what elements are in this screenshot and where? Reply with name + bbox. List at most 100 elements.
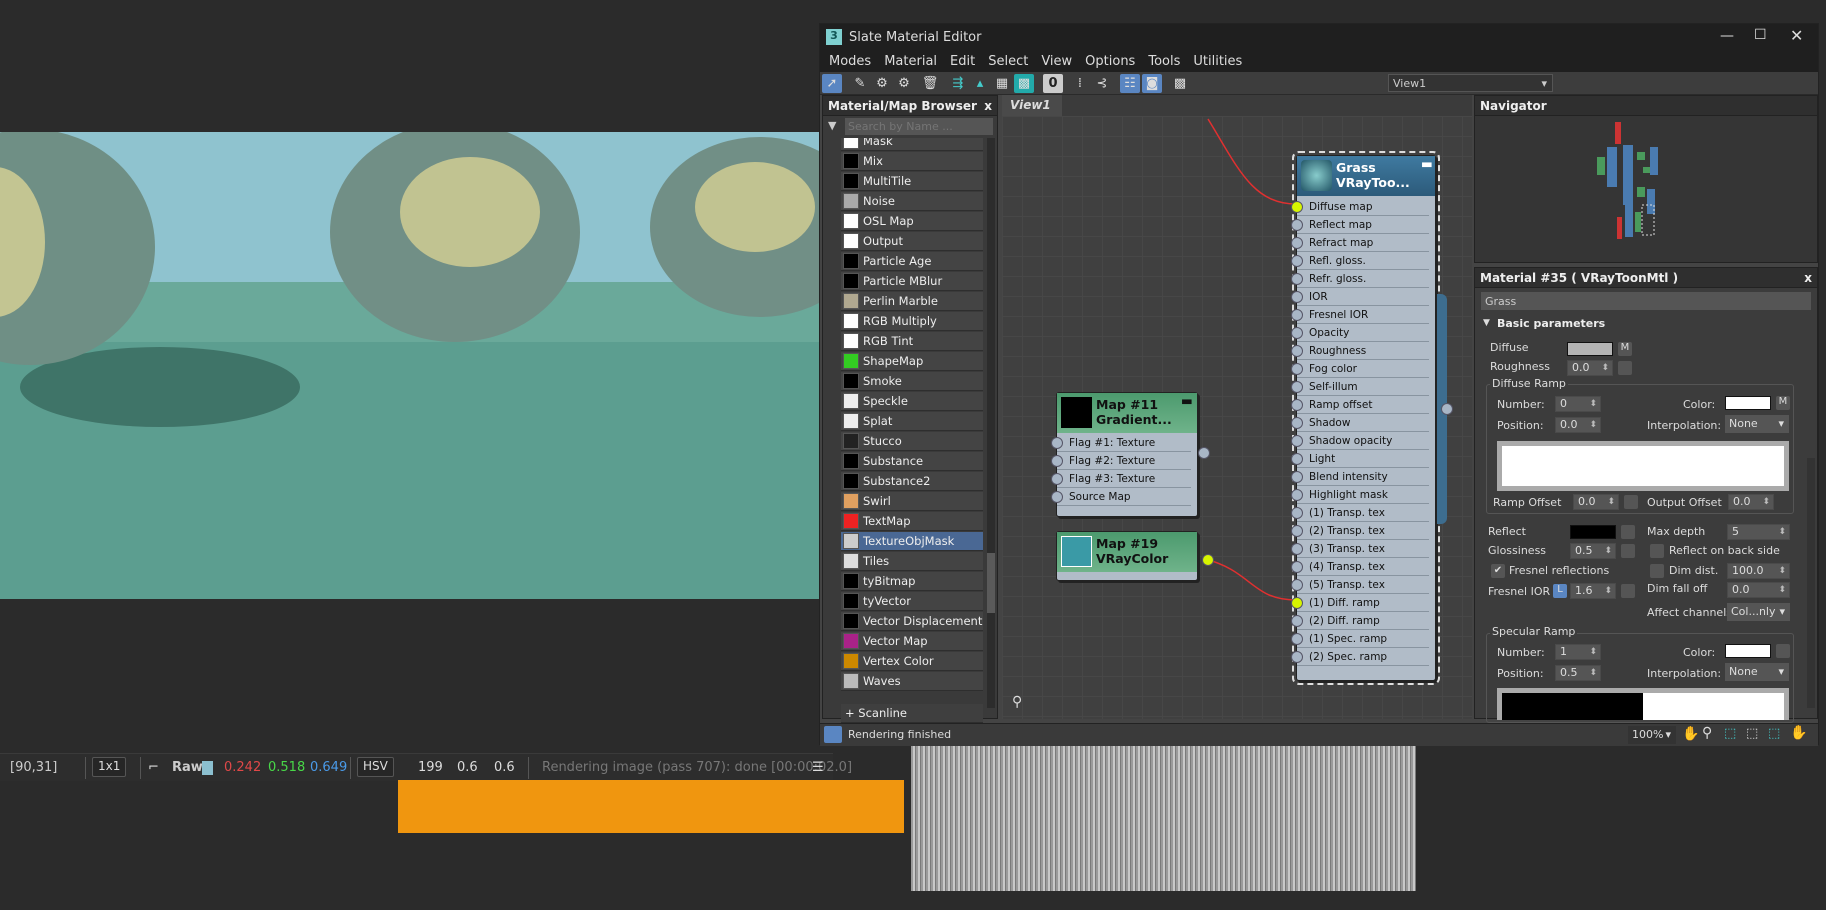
browser-item[interactable]: tyBitmap: [841, 572, 983, 591]
output-port[interactable]: [1198, 447, 1210, 459]
browser-item[interactable]: Splat: [841, 412, 983, 431]
browser-item[interactable]: Swirl: [841, 492, 983, 511]
pan-active-icon[interactable]: ✋: [1790, 725, 1807, 741]
input-port[interactable]: [1291, 651, 1303, 663]
node-slot[interactable]: Diffuse map: [1291, 198, 1429, 216]
node-slot[interactable]: IOR: [1291, 288, 1429, 306]
menu-edit[interactable]: Edit: [950, 54, 975, 69]
node-slot[interactable]: (2) Diff. ramp: [1291, 612, 1429, 630]
timeline-track[interactable]: [398, 780, 904, 833]
browser-item[interactable]: Substance: [841, 452, 983, 471]
browser-scrollbar[interactable]: [987, 138, 995, 708]
navigator-minimap[interactable]: [1475, 117, 1819, 263]
node-map11[interactable]: Map #11 Gradient... ▬ Flag #1: Texture Fl…: [1051, 392, 1210, 517]
put-to-scene-icon[interactable]: ⚙: [872, 74, 892, 93]
menu-select[interactable]: Select: [988, 54, 1028, 69]
parameter-editor-toggle-icon[interactable]: ◙: [1142, 74, 1162, 93]
diffuse-color-swatch[interactable]: [1567, 342, 1613, 356]
input-port[interactable]: [1291, 489, 1303, 501]
input-port[interactable]: [1291, 507, 1303, 519]
browser-item[interactable]: Speckle: [841, 392, 983, 411]
input-port[interactable]: [1291, 525, 1303, 537]
input-port[interactable]: [1291, 327, 1303, 339]
tab-view1[interactable]: View1: [1002, 95, 1062, 116]
pan-icon[interactable]: ✋: [1682, 726, 1699, 742]
reflect-back-side-checkbox[interactable]: [1650, 544, 1664, 558]
input-port[interactable]: [1291, 201, 1303, 213]
collapse-icon[interactable]: ▬: [1181, 393, 1193, 408]
glossiness-spinner[interactable]: 0.5: [1570, 543, 1616, 559]
node-slot[interactable]: Flag #1: Texture: [1051, 434, 1191, 452]
browser-item[interactable]: RGB Multiply: [841, 312, 983, 331]
input-port[interactable]: [1291, 345, 1303, 357]
browser-item[interactable]: Tiles: [841, 552, 983, 571]
node-slot[interactable]: Fog color: [1291, 360, 1429, 378]
node-slot[interactable]: Roughness: [1291, 342, 1429, 360]
collapse-icon[interactable]: ▼: [828, 119, 836, 132]
node-canvas[interactable]: Map #11 Gradient... ▬ Flag #1: Texture Fl…: [1002, 116, 1472, 719]
node-slot[interactable]: Shadow: [1291, 414, 1429, 432]
node-slot[interactable]: Refl. gloss.: [1291, 252, 1429, 270]
roughness-spinner[interactable]: 0.0: [1567, 360, 1613, 376]
browser-item[interactable]: Substance2: [841, 472, 983, 491]
browser-item[interactable]: TextMap: [841, 512, 983, 531]
ramp-offset-spinner[interactable]: 0.0: [1573, 494, 1619, 510]
input-port[interactable]: [1291, 561, 1303, 573]
node-slot[interactable]: Ramp offset: [1291, 396, 1429, 414]
browser-item[interactable]: Mix: [841, 152, 983, 171]
background-icon[interactable]: ▦: [992, 74, 1012, 93]
material-id-icon[interactable]: 0: [1043, 74, 1063, 93]
select-tool-icon[interactable]: ➚: [822, 74, 842, 93]
max-depth-spinner[interactable]: 5: [1727, 524, 1790, 540]
rollout-toggle-icon[interactable]: ▼: [1483, 318, 1490, 328]
fresnel-checkbox[interactable]: ✔: [1491, 564, 1505, 578]
input-port[interactable]: [1291, 291, 1303, 303]
input-port[interactable]: [1291, 471, 1303, 483]
menu-modes[interactable]: Modes: [829, 54, 871, 69]
log-icon[interactable]: ☰: [812, 760, 824, 775]
node-slot[interactable]: (2) Spec. ramp: [1291, 648, 1429, 666]
node-slot[interactable]: (4) Transp. tex: [1291, 558, 1429, 576]
node-slot[interactable]: Flag #3: Texture: [1051, 470, 1191, 488]
browser-item[interactable]: MultiTile: [841, 172, 983, 191]
input-port[interactable]: [1291, 453, 1303, 465]
colorspace-dropdown[interactable]: HSV: [357, 757, 394, 777]
browser-item[interactable]: OSL Map: [841, 212, 983, 231]
reflect-map-button[interactable]: [1621, 525, 1635, 539]
browser-item[interactable]: Smoke: [841, 372, 983, 391]
input-port[interactable]: [1291, 381, 1303, 393]
input-port[interactable]: [1291, 435, 1303, 447]
node-slot[interactable]: (2) Transp. tex: [1291, 522, 1429, 540]
output-port[interactable]: [1202, 554, 1214, 566]
node-slot[interactable]: Blend intensity: [1291, 468, 1429, 486]
checker-icon[interactable]: ▩: [1014, 74, 1034, 93]
node-slot[interactable]: Highlight mask: [1291, 486, 1429, 504]
browser-item[interactable]: TextureObjMask: [841, 532, 983, 551]
browser-item[interactable]: tyVector: [841, 592, 983, 611]
move-children-icon[interactable]: ⇶: [948, 74, 968, 93]
output-port[interactable]: [1441, 403, 1453, 415]
browser-item[interactable]: Vertex Color: [841, 652, 983, 671]
parameter-scrollbar[interactable]: [1807, 458, 1815, 708]
diffuse-map-button[interactable]: M: [1618, 342, 1632, 356]
hide-slots-icon[interactable]: ▴: [970, 74, 990, 93]
browser-item[interactable]: Noise: [841, 192, 983, 211]
zoom-selected-icon[interactable]: ⬚: [1768, 726, 1780, 741]
browser-group-scanline[interactable]: + Scanline: [841, 704, 983, 723]
node-slot[interactable]: (1) Spec. ramp: [1291, 630, 1429, 648]
menu-material[interactable]: Material: [884, 54, 937, 69]
diffuse-interpolation-dropdown[interactable]: None: [1725, 415, 1789, 433]
affect-channels-dropdown[interactable]: Col...nly: [1727, 603, 1790, 621]
input-port[interactable]: [1291, 579, 1303, 591]
browser-item[interactable]: Vector Map: [841, 632, 983, 651]
select-by-material-icon[interactable]: ▩: [1170, 74, 1190, 93]
node-slot[interactable]: Fresnel IOR: [1291, 306, 1429, 324]
browser-item[interactable]: Waves: [841, 672, 983, 691]
node-slot[interactable]: Self-illum: [1291, 378, 1429, 396]
input-port[interactable]: [1291, 543, 1303, 555]
sampling-dropdown[interactable]: 1x1: [92, 757, 127, 777]
menu-options[interactable]: Options: [1085, 54, 1135, 69]
reflect-color-swatch[interactable]: [1570, 525, 1616, 539]
node-map19[interactable]: Map #19 VRayColor: [1056, 531, 1214, 581]
node-slot[interactable]: (5) Transp. tex: [1291, 576, 1429, 594]
